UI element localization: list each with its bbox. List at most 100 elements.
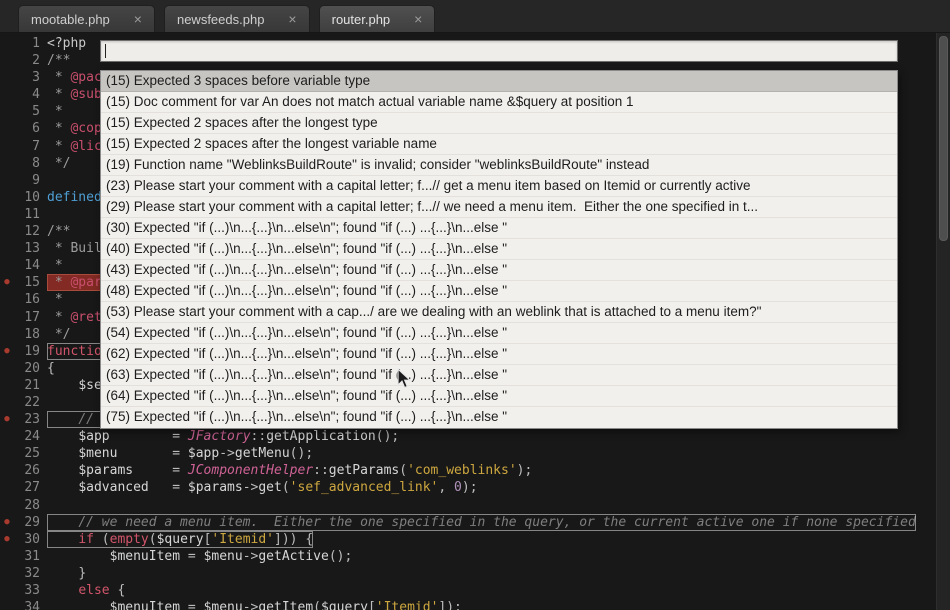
token-pl [47, 446, 78, 461]
line-number: 13 [14, 240, 40, 257]
tab-label: mootable.php [31, 12, 110, 27]
warning-marker-icon [0, 206, 14, 223]
code-line[interactable]: 28 [0, 497, 950, 514]
warning-marker-icon [0, 309, 14, 326]
popup-filter-input[interactable] [100, 40, 898, 62]
code-line[interactable]: ●29 // we need a menu item. Either the o… [0, 514, 950, 531]
token-com: * [47, 292, 63, 307]
close-icon[interactable]: × [414, 12, 422, 26]
tab-label: newsfeeds.php [177, 12, 264, 27]
lint-item[interactable]: (54) Expected "if (...)\n...{...}\n...el… [101, 323, 897, 344]
token-cls: JFactory [188, 429, 251, 444]
code-line[interactable]: 33 else { [0, 582, 950, 599]
tab-router[interactable]: router.php× [319, 5, 436, 32]
token-op: { [47, 361, 55, 376]
token-op: = [149, 480, 188, 495]
lint-item[interactable]: (43) Expected "if (...)\n...{...}\n...el… [101, 260, 897, 281]
lint-item[interactable]: (15) Expected 2 spaces after the longest… [101, 134, 897, 155]
code-text-tokens: { [47, 360, 55, 377]
warning-marker-icon [0, 52, 14, 69]
code-line[interactable]: 34 $menuItem = $menu->getItem($query['It… [0, 599, 950, 610]
lint-item[interactable]: (15) Doc comment for var An does not mat… [101, 92, 897, 113]
vertical-scrollbar[interactable] [936, 33, 950, 610]
token-pl [47, 429, 78, 444]
lint-item[interactable]: (75) Expected "if (...)\n...{...}\n...el… [101, 407, 897, 428]
code-text-tokens: $app = JFactory::getApplication(); [47, 428, 399, 445]
token-op: = [117, 446, 187, 461]
token-op: ); [462, 480, 478, 495]
warning-marker-icon [0, 257, 14, 274]
token-com: * [47, 104, 63, 119]
close-icon[interactable]: × [134, 12, 142, 26]
code-line[interactable]: 24 $app = JFactory::getApplication(); [0, 428, 950, 445]
token-lcom: // we need a menu item. Either the one s… [78, 515, 915, 530]
code-text [40, 206, 47, 223]
token-pl [47, 566, 78, 581]
tab-mootable[interactable]: mootable.php × [18, 5, 155, 32]
code-line[interactable]: 32 } [0, 565, 950, 582]
token-me: getMenu [235, 446, 290, 461]
lint-item[interactable]: (62) Expected "if (...)\n...{...}\n...el… [101, 344, 897, 365]
lint-item[interactable]: (23) Please start your comment with a ca… [101, 176, 897, 197]
token-var: $advanced [78, 480, 148, 495]
lint-item[interactable]: (19) Function name "WeblinksBuildRoute" … [101, 155, 897, 176]
token-com: * [47, 258, 63, 273]
code-text-tokens: * [47, 291, 63, 308]
code-text-tokens: /** [47, 52, 70, 69]
line-number: 21 [14, 377, 40, 394]
lint-item[interactable]: (48) Expected "if (...)\n...{...}\n...el… [101, 281, 897, 302]
token-op: = [180, 600, 203, 610]
mouse-cursor-icon [397, 368, 412, 390]
lint-item[interactable]: (15) Expected 2 spaces after the longest… [101, 113, 897, 134]
lint-item[interactable]: (64) Expected "if (...)\n...{...}\n...el… [101, 386, 897, 407]
line-number: 26 [14, 462, 40, 479]
token-me: get [258, 480, 281, 495]
line-number: 20 [14, 360, 40, 377]
code-line[interactable]: ●30 if (empty($query['Itemid'])) { [0, 531, 950, 548]
code-text: $menu = $app->getMenu(); [40, 445, 313, 462]
code-text-tokens: <?php [47, 35, 86, 52]
scrollbar-thumb[interactable] [939, 36, 948, 241]
code-text: <?php [40, 35, 86, 52]
line-number: 5 [14, 103, 40, 120]
warning-marker-icon [0, 155, 14, 172]
code-text: // we need a menu item. Either the one s… [40, 514, 916, 531]
code-line[interactable]: 26 $params = JComponentHelper::getParams… [0, 462, 950, 479]
lint-item[interactable]: (29) Please start your comment with a ca… [101, 197, 897, 218]
lint-item[interactable]: (30) Expected "if (...)\n...{...}\n...el… [101, 218, 897, 239]
token-op: ( [399, 463, 407, 478]
code-text-tokens: */ [47, 326, 70, 343]
code-line[interactable]: 31 $menuItem = $menu->getActive(); [0, 548, 950, 565]
token-str: 'sef_advanced_link' [290, 480, 439, 495]
token-op: } [78, 566, 86, 581]
lint-item[interactable]: (15) Expected 3 spaces before variable t… [101, 71, 897, 92]
lint-item[interactable]: (40) Expected "if (...)\n...{...}\n...el… [101, 239, 897, 260]
line-number: 25 [14, 445, 40, 462]
token-op: ( [313, 600, 321, 610]
code-text-tokens: $menuItem = $menu->getItem($query['Itemi… [47, 599, 462, 610]
lint-item[interactable]: (63) Expected "if (...)\n...{...}\n...el… [101, 365, 897, 386]
token-pl [47, 463, 78, 478]
token-op: (); [290, 446, 313, 461]
line-number: 34 [14, 599, 40, 610]
close-icon[interactable]: × [288, 12, 296, 26]
code-line[interactable]: 27 $advanced = $params->get('sef_advance… [0, 479, 950, 496]
warning-marker-icon [0, 377, 14, 394]
warning-marker-icon [0, 326, 14, 343]
warning-marker-icon [0, 479, 14, 496]
code-text-tokens: // we need a menu item. Either the one s… [47, 514, 916, 531]
lint-item[interactable]: (53) Please start your comment with a ca… [101, 302, 897, 323]
token-com: * [47, 275, 70, 290]
tab-newsfeeds[interactable]: newsfeeds.php × [164, 5, 310, 32]
code-text-tokens: $advanced = $params->get('sef_advanced_l… [47, 479, 478, 496]
warning-marker-icon [0, 172, 14, 189]
token-me: getApplication [266, 429, 376, 444]
warning-marker-icon [0, 599, 14, 610]
code-text: else { [40, 582, 125, 599]
token-var: $app [188, 446, 219, 461]
warning-marker-icon [0, 548, 14, 565]
token-op: = [180, 549, 203, 564]
token-pl [47, 412, 78, 427]
code-line[interactable]: 25 $menu = $app->getMenu(); [0, 445, 950, 462]
token-com: */ [47, 327, 70, 342]
